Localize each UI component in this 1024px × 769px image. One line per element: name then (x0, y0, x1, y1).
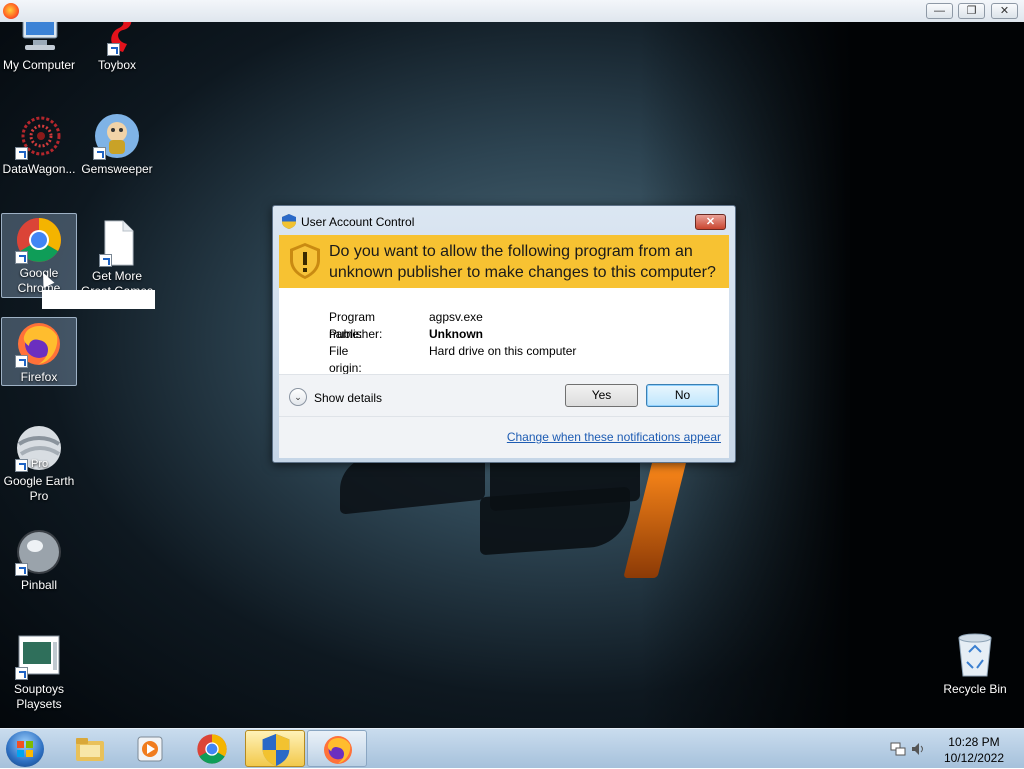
firefox-icon (3, 3, 19, 19)
computer-icon (15, 22, 63, 56)
icon-label: Recycle Bin (943, 682, 1007, 696)
shortcut-arrow-icon (107, 43, 120, 56)
taskbar-explorer[interactable] (60, 730, 120, 767)
desktop-icon-firefox[interactable]: Firefox (1, 317, 77, 386)
icon-label: Gemsweeper (81, 162, 153, 176)
rename-textbox[interactable] (42, 290, 155, 309)
icon-label: Firefox (20, 370, 58, 384)
icon-label: My Computer (2, 58, 76, 72)
icon-label: DataWagon... (2, 162, 76, 176)
minimize-button[interactable]: — (926, 3, 953, 19)
chrome-icon (197, 734, 227, 764)
warning-question: Do you want to allow the following progr… (329, 243, 716, 281)
chevron-down-icon[interactable]: ⌄ (289, 388, 307, 406)
taskbar-media-player[interactable] (120, 730, 180, 767)
desktop-icon-google-earth-pro[interactable]: Pro Google Earth Pro (1, 422, 77, 504)
desktop-icon-recycle-bin[interactable]: Recycle Bin (938, 630, 1012, 696)
desktop-icon-datawagon[interactable]: DataWagon... (1, 110, 77, 177)
desktop-icon-pinball[interactable]: Pinball (1, 526, 77, 593)
firefox-icon (15, 320, 63, 368)
publisher-value: Unknown (429, 327, 483, 341)
firefox-icon (324, 736, 352, 764)
google-earth-icon: Pro (15, 424, 63, 472)
clock[interactable]: 10:28 PM 10/12/2022 (944, 734, 1004, 766)
document-icon (93, 219, 141, 267)
icon-label: Toybox (97, 58, 137, 72)
explorer-icon (76, 738, 104, 761)
uac-dialog: User Account Control ✕ Do you want to al… (272, 205, 736, 463)
pinball-icon (15, 528, 63, 576)
datawagon-icon (15, 112, 63, 160)
toybox-icon (93, 22, 141, 56)
no-button[interactable]: No (646, 384, 719, 407)
taskbar-uac[interactable] (245, 730, 305, 767)
chrome-icon (15, 216, 63, 264)
show-details-button[interactable]: Show details (314, 391, 382, 405)
shortcut-arrow-icon (15, 147, 28, 160)
icon-label: Google Earth Pro (3, 474, 75, 503)
program-name-value: agpsv.exe (429, 310, 483, 324)
taskbar-chrome[interactable] (182, 730, 242, 767)
media-player-icon (137, 736, 163, 762)
dialog-close-button[interactable]: ✕ (695, 214, 726, 230)
close-button[interactable]: ✕ (991, 3, 1018, 19)
shortcut-arrow-icon (15, 459, 28, 472)
shortcut-arrow-icon (99, 254, 112, 267)
file-origin-value: Hard drive on this computer (429, 344, 577, 358)
change-notifications-link[interactable]: Change when these notifications appear (507, 430, 721, 444)
browser-window-titlebar: — ❐ ✕ (0, 0, 1024, 23)
dialog-title: User Account Control (301, 215, 415, 229)
shortcut-arrow-icon (15, 251, 28, 264)
warning-banner: Do you want to allow the following progr… (279, 235, 729, 288)
recycle-bin-icon (955, 630, 995, 678)
shortcut-arrow-icon (15, 667, 28, 680)
clock-time: 10:28 PM (948, 735, 1000, 749)
dialog-footer: ⌄ Show details Yes No Change when these … (279, 375, 729, 458)
desktop-icon-gemsweeper[interactable]: Gemsweeper (79, 110, 155, 177)
network-icon[interactable] (890, 741, 906, 757)
system-tray: 10:28 PM 10/12/2022 (884, 729, 1024, 769)
uac-shield-icon (282, 214, 296, 229)
windows-logo-icon (17, 741, 33, 757)
field-label: Publisher: (329, 327, 383, 341)
yes-button[interactable]: Yes (565, 384, 638, 407)
start-button[interactable] (6, 731, 44, 767)
shortcut-arrow-icon (93, 147, 106, 160)
field-label: File origin: (329, 344, 362, 375)
taskbar: 10:28 PM 10/12/2022 (0, 728, 1024, 768)
icon-label: Souptoys Playsets (13, 682, 65, 711)
desktop-icon-google-chrome[interactable]: Google Chrome (1, 213, 77, 298)
taskbar-firefox[interactable] (307, 730, 367, 767)
shortcut-arrow-icon (15, 563, 28, 576)
gemsweeper-icon (93, 112, 141, 160)
desktop-icon-get-more-games[interactable]: Get More Great Games (79, 217, 155, 299)
desktop-icon-souptoys[interactable]: Souptoys Playsets (1, 630, 77, 712)
warning-shield-icon (290, 243, 320, 279)
volume-icon[interactable] (910, 741, 926, 757)
souptoys-icon (15, 632, 63, 680)
uac-shield-icon (262, 734, 290, 766)
pro-badge: Pro (31, 458, 49, 470)
restore-button[interactable]: ❐ (958, 3, 985, 19)
icon-label: Pinball (20, 578, 58, 592)
desktop-icon-toybox[interactable]: Toybox (79, 22, 155, 73)
clock-date: 10/12/2022 (943, 751, 1004, 765)
dialog-body: Do you want to allow the following progr… (279, 235, 729, 458)
desktop-icon-my-computer[interactable]: My Computer (1, 22, 77, 73)
shortcut-arrow-icon (15, 355, 28, 368)
